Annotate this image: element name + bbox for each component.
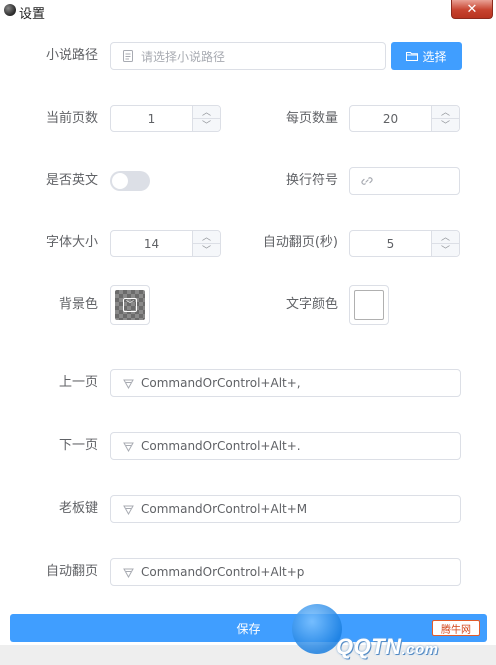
current-page-value: 1	[147, 111, 156, 126]
decrement-button[interactable]: ﹀	[432, 119, 459, 131]
auto-page-seconds-value: 5	[386, 236, 395, 251]
increment-button[interactable]: ︿	[193, 231, 220, 244]
next-page-label: 下一页	[58, 438, 98, 453]
text-color-label: 文字颜色	[285, 297, 338, 312]
font-size-stepper[interactable]: 14 ︿ ﹀	[110, 230, 221, 257]
boss-key-shortcut-input[interactable]: CommandOrControl+Alt+M	[110, 495, 461, 523]
choose-path-label: 选择	[422, 49, 447, 64]
page-size-label: 每页数量	[285, 111, 338, 126]
novel-path-input[interactable]: 请选择小说路径	[110, 42, 386, 70]
watermark-text: QQTN.com	[336, 634, 439, 659]
background-color-picker[interactable]: ﹀	[110, 285, 150, 325]
background-color-swatch: ﹀	[115, 290, 145, 320]
text-color-swatch	[354, 290, 384, 320]
english-label: 是否英文	[45, 173, 98, 188]
font-size-stepper-buttons: ︿ ﹀	[192, 231, 220, 256]
decrement-button[interactable]: ﹀	[193, 119, 220, 131]
keyboard-icon	[121, 496, 135, 522]
increment-button[interactable]: ︿	[193, 106, 220, 119]
next-page-shortcut-value: CommandOrControl+Alt+.	[141, 439, 301, 453]
prev-page-shortcut-input[interactable]: CommandOrControl+Alt+,	[110, 369, 461, 397]
title-bar: 设置 ✕	[0, 0, 496, 22]
boss-key-shortcut-value: CommandOrControl+Alt+M	[141, 502, 308, 516]
font-size-value: 14	[143, 236, 160, 251]
close-icon: ✕	[466, 1, 478, 17]
app-icon	[4, 4, 16, 16]
text-color-picker[interactable]	[349, 285, 389, 325]
keyboard-icon	[121, 559, 135, 585]
novel-path-placeholder: 请选择小说路径	[141, 49, 226, 64]
switch-knob	[112, 173, 128, 189]
auto-page-label: 自动翻页	[45, 564, 98, 579]
page-size-value: 20	[382, 111, 399, 126]
increment-button[interactable]: ︿	[432, 106, 459, 119]
auto-page-seconds-stepper-buttons: ︿ ﹀	[431, 231, 459, 256]
keyboard-icon	[121, 433, 135, 459]
close-button[interactable]: ✕	[451, 0, 493, 19]
document-icon	[121, 43, 135, 69]
current-page-label: 当前页数	[45, 111, 98, 126]
current-page-stepper-buttons: ︿ ﹀	[192, 106, 220, 131]
choose-path-button[interactable]: 选择	[391, 42, 462, 70]
window-title: 设置	[19, 7, 46, 22]
decrement-button[interactable]: ﹀	[193, 244, 220, 256]
increment-button[interactable]: ︿	[432, 231, 459, 244]
link-icon	[360, 168, 374, 194]
next-page-shortcut-input[interactable]: CommandOrControl+Alt+.	[110, 432, 461, 460]
current-page-stepper[interactable]: 1 ︿ ﹀	[110, 105, 221, 132]
decrement-button[interactable]: ﹀	[432, 244, 459, 256]
auto-page-seconds-stepper[interactable]: 5 ︿ ﹀	[349, 230, 460, 257]
folder-open-icon	[406, 51, 419, 61]
background-color-label: 背景色	[58, 297, 98, 312]
chevron-down-icon: ﹀	[123, 298, 137, 312]
auto-page-shortcut-value: CommandOrControl+Alt+p	[141, 565, 305, 579]
line-break-input[interactable]	[349, 167, 460, 195]
page-size-stepper[interactable]: 20 ︿ ﹀	[349, 105, 460, 132]
prev-page-label: 上一页	[58, 375, 98, 390]
keyboard-icon	[121, 370, 135, 396]
watermark-badge: 腾牛网	[432, 620, 480, 636]
watermark-logo	[292, 604, 342, 654]
font-size-label: 字体大小	[45, 235, 98, 250]
auto-page-seconds-label: 自动翻页(秒)	[262, 235, 338, 250]
auto-page-shortcut-input[interactable]: CommandOrControl+Alt+p	[110, 558, 461, 586]
line-break-label: 换行符号	[285, 173, 338, 188]
boss-key-label: 老板键	[58, 501, 98, 516]
novel-path-label: 小说路径	[45, 48, 98, 63]
prev-page-shortcut-value: CommandOrControl+Alt+,	[141, 376, 301, 390]
page-size-stepper-buttons: ︿ ﹀	[431, 106, 459, 131]
english-switch[interactable]	[110, 171, 150, 191]
